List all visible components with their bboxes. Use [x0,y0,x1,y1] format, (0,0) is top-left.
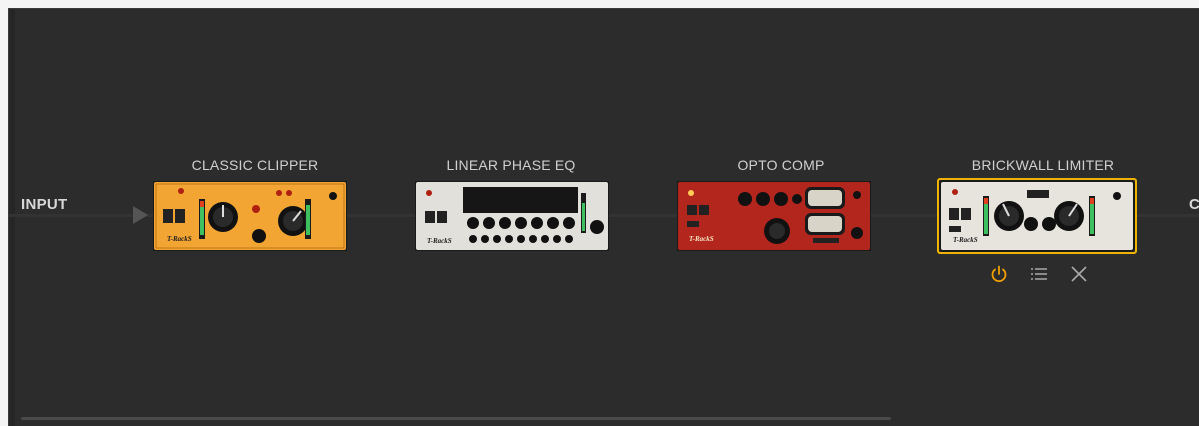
input-label: INPUT [21,196,68,213]
left-edge [9,9,15,426]
plugin-brickwall-limiter[interactable]: T-RackS [937,178,1137,254]
processing-chain-canvas: INPUT C CLASSIC CLIPPER T-RackS LINEAR P… [8,8,1199,426]
plugin-title-limiter: BRICKWALL LIMITER [971,157,1115,173]
brand-clipper: T-RackS [167,235,192,243]
plugin-linear-phase-eq[interactable]: T-RackS [415,181,609,251]
selected-plugin-controls [989,264,1089,284]
plugin-title-comp: OPTO COMP [737,157,825,173]
output-label: C [1189,196,1199,213]
brand-limiter: T-RackS [953,236,978,244]
horizontal-scrollbar[interactable] [21,417,891,420]
close-icon[interactable] [1069,264,1089,284]
plugin-title-clipper: CLASSIC CLIPPER [191,157,319,173]
plugin-title-eq: LINEAR PHASE EQ [446,157,576,173]
brand-eq: T-RackS [427,237,452,245]
brand-comp: T-RackS [689,235,714,243]
power-icon[interactable] [989,264,1009,284]
plugin-opto-comp[interactable]: T-RackS [677,181,871,251]
input-arrow-icon [133,206,148,224]
plugin-classic-clipper[interactable]: T-RackS [153,181,347,251]
menu-icon[interactable] [1029,264,1049,284]
